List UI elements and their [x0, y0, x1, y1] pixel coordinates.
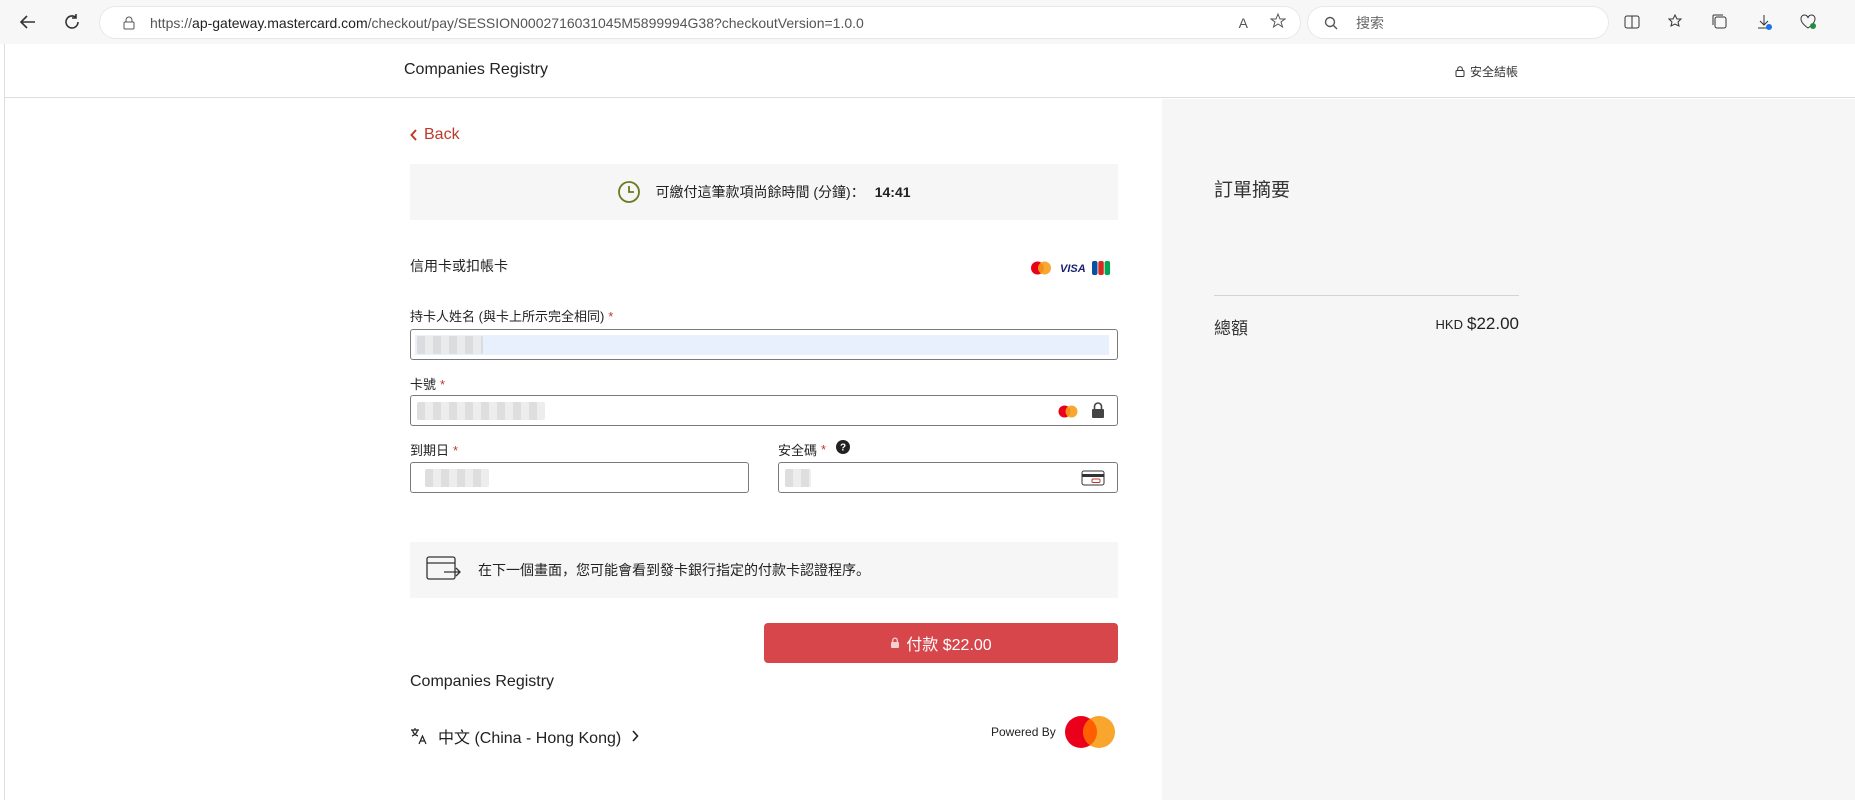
clock-icon — [618, 181, 641, 203]
lock-icon — [1092, 402, 1104, 418]
required-mark: * — [821, 442, 827, 457]
secure-label: 安全結帳 — [1470, 65, 1519, 79]
svg-text:VISA: VISA — [1060, 263, 1085, 275]
lock-icon — [891, 637, 900, 648]
timer-label: 可繳付這筆款項尚餘時間 (分鐘)： — [655, 184, 865, 200]
expiry-date-label: 到期日 * — [410, 440, 458, 459]
svg-text:?: ? — [840, 442, 846, 453]
total-label: 總額 — [1214, 319, 1248, 338]
read-aloud-icon[interactable]: A — [1239, 15, 1248, 31]
cardholder-name-label: 持卡人姓名 (與卡上所示完全相同) * — [410, 306, 613, 325]
security-code-input[interactable] — [778, 462, 1118, 493]
card-number-input[interactable] — [410, 395, 1118, 426]
url-path: /checkout/pay/SESSION0002716031045M58999… — [367, 14, 864, 31]
help-icon[interactable]: ? — [836, 439, 851, 454]
pay-button-label: 付款 $22.00 — [906, 637, 992, 654]
search-icon — [1324, 16, 1338, 29]
order-summary-panel: 訂單摘要 總額 HKD $22.00 — [1162, 99, 1855, 800]
checkout-page: Companies Registry 安全結帳 訂單摘要 總額 HKD $22.0… — [4, 44, 1855, 800]
mastercard-logo-icon — [1064, 716, 1115, 748]
url-prefix: https:// — [150, 14, 193, 31]
browser-toolbar: https://ap-gateway.mastercard.com/checko… — [0, 0, 1855, 44]
required-mark: * — [440, 377, 446, 392]
refresh-icon[interactable] — [60, 10, 84, 34]
jcb-logo-icon — [1092, 261, 1111, 275]
expiry-date-label-text: 到期日 — [410, 443, 450, 458]
card-number-label-text: 卡號 — [410, 377, 437, 392]
card-number-label: 卡號 * — [410, 374, 445, 393]
collections-icon[interactable] — [1708, 10, 1732, 34]
accepted-card-brands: VISA — [1029, 260, 1111, 276]
session-timer: 可繳付這筆款項尚餘時間 (分鐘)： 14:41 — [410, 164, 1118, 220]
expiry-date-input[interactable] — [410, 462, 749, 493]
card-cvv-icon — [1081, 470, 1105, 486]
redacted-value — [785, 469, 811, 487]
search-placeholder: 搜索 — [1356, 14, 1384, 31]
downloads-icon[interactable] — [1752, 10, 1776, 34]
card-redirect-icon — [426, 556, 461, 580]
summary-divider — [1214, 295, 1519, 296]
powered-by-label: Powered By — [991, 725, 1056, 739]
total-value: $22.00 — [1467, 314, 1519, 333]
authentication-notice-text: 在下一個畫面，您可能會看到發卡銀行指定的付款卡認證程序。 — [478, 562, 870, 578]
lock-icon — [123, 16, 135, 29]
redacted-value — [417, 336, 483, 354]
browser-essentials-icon[interactable] — [1796, 10, 1820, 34]
required-mark: * — [608, 309, 614, 324]
url-host: ap-gateway.mastercard.com — [192, 14, 368, 31]
powered-by-mastercard: Powered By — [991, 714, 1118, 750]
translate-icon — [411, 728, 427, 745]
language-selector[interactable]: 中文 (China - Hong Kong) — [410, 724, 639, 748]
page-header: Companies Registry 安全結帳 — [5, 44, 1855, 98]
back-link[interactable]: Back — [410, 126, 460, 144]
redacted-value — [417, 402, 545, 420]
mastercard-logo-icon — [1031, 261, 1051, 275]
visa-logo-icon: VISA — [1060, 263, 1085, 275]
back-label: Back — [424, 126, 460, 143]
cardholder-name-label-text: 持卡人姓名 (與卡上所示完全相同) — [410, 309, 605, 324]
browser-search-input[interactable]: 搜索 — [1308, 7, 1608, 38]
pay-button[interactable]: 付款 $22.00 — [764, 623, 1118, 663]
language-label: 中文 (China - Hong Kong) — [438, 730, 622, 747]
lock-icon — [1455, 66, 1465, 77]
footer-merchant-name: Companies Registry — [410, 673, 555, 690]
timer-value: 14:41 — [874, 184, 911, 200]
currency-code: HKD — [1435, 317, 1463, 332]
secure-checkout-badge: 安全結帳 — [1455, 63, 1518, 80]
order-summary-title: 訂單摘要 — [1214, 180, 1291, 201]
chevron-left-icon — [410, 129, 417, 141]
mastercard-logo-icon — [1058, 405, 1078, 418]
payment-method-label: 信用卡或扣帳卡 — [410, 258, 508, 274]
total-amount: HKD $22.00 — [1394, 314, 1519, 334]
cardholder-name-input[interactable] — [410, 329, 1118, 360]
split-screen-icon[interactable] — [1620, 10, 1644, 34]
autofill-highlight — [415, 335, 1109, 355]
security-code-label-text: 安全碼 — [778, 443, 818, 458]
address-bar[interactable]: https://ap-gateway.mastercard.com/checko… — [100, 7, 1300, 38]
required-mark: * — [453, 443, 459, 458]
security-code-label: 安全碼 * ? — [778, 439, 851, 459]
favorites-icon[interactable] — [1664, 10, 1688, 34]
back-arrow-icon[interactable] — [16, 10, 40, 34]
favorite-star-icon[interactable] — [1269, 12, 1287, 32]
authentication-notice: 在下一個畫面，您可能會看到發卡銀行指定的付款卡認證程序。 — [410, 542, 1118, 598]
chevron-right-icon — [632, 730, 639, 742]
merchant-name: Companies Registry — [404, 61, 549, 78]
redacted-value — [425, 469, 489, 487]
